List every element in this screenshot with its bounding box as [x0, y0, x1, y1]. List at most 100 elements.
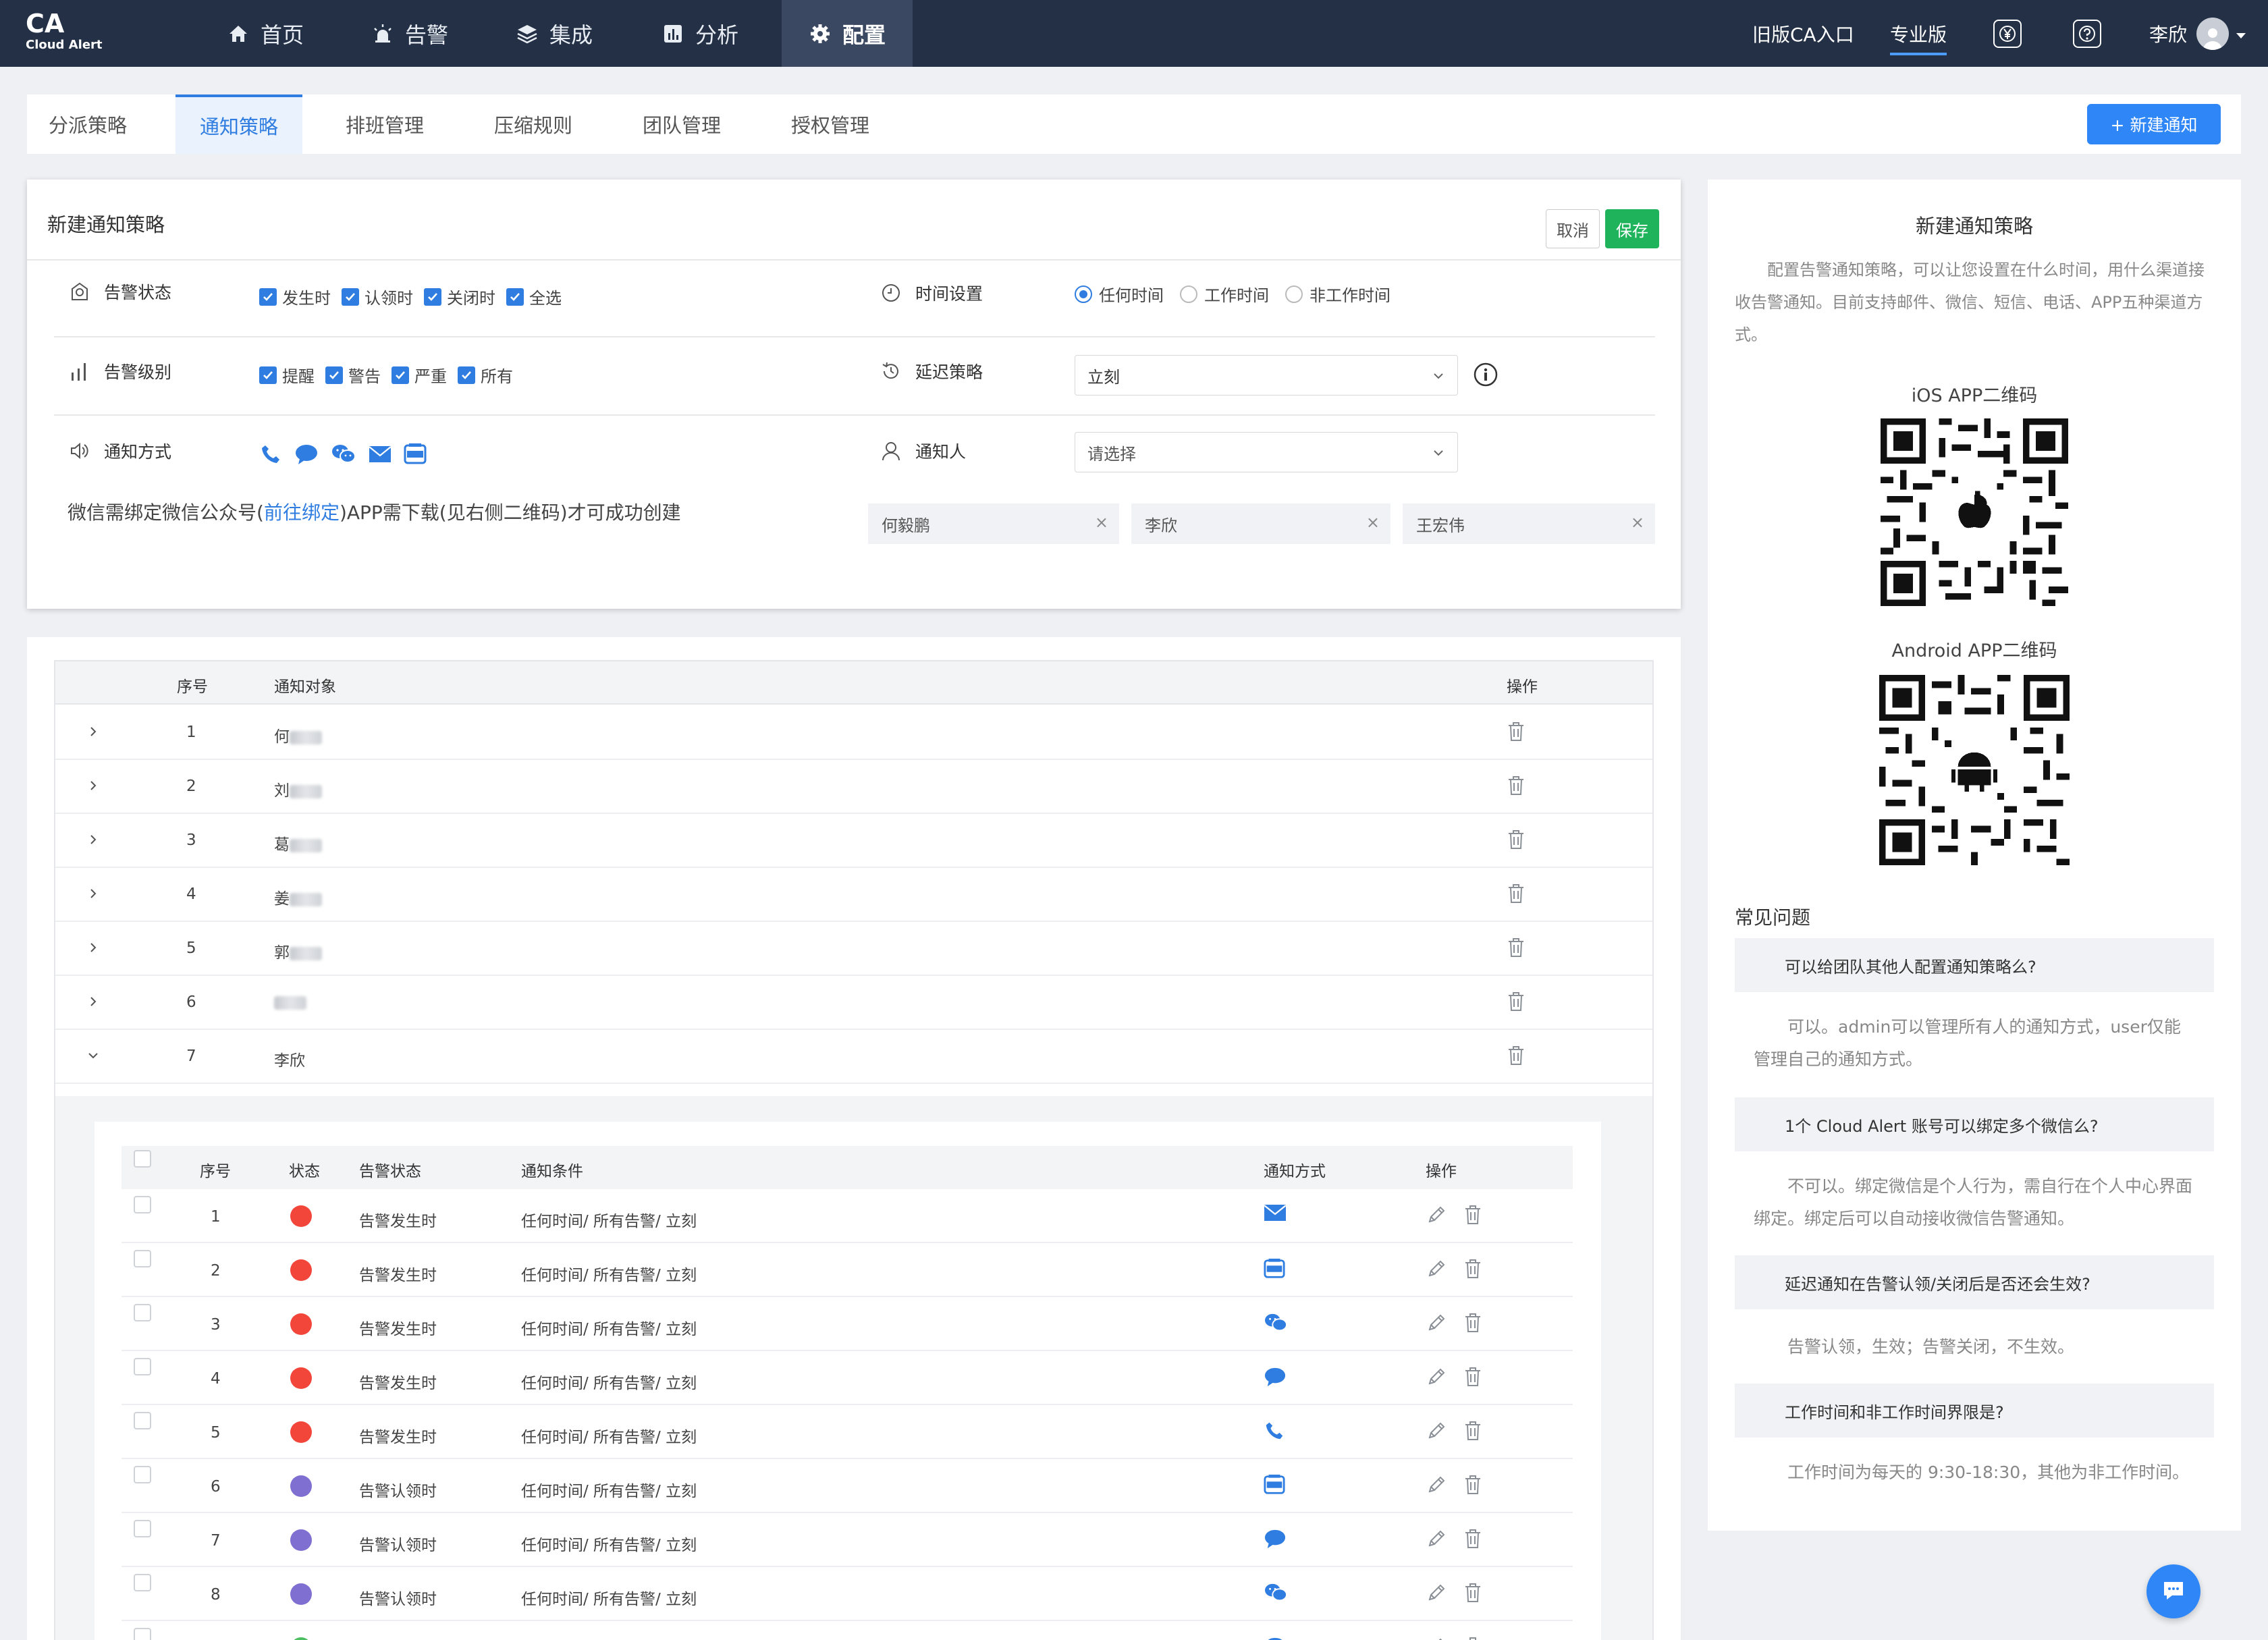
edit-icon[interactable] [1426, 1420, 1447, 1446]
row-checkbox[interactable] [134, 1304, 151, 1321]
mail-icon[interactable] [369, 445, 392, 466]
nav-analysis[interactable]: 分析 [662, 0, 749, 67]
table-row[interactable]: 6 [55, 976, 1652, 1030]
divider [868, 336, 1655, 337]
select-all-checkbox[interactable] [134, 1150, 151, 1168]
nav-home[interactable]: 首页 [227, 0, 315, 67]
trash-icon[interactable] [1507, 775, 1526, 800]
tab-notify[interactable]: 通知策略 [176, 94, 302, 154]
faq-question[interactable]: 1个 Cloud Alert 账号可以绑定多个微信么? [1735, 1097, 2214, 1151]
trash-icon[interactable] [1463, 1366, 1482, 1392]
nav-alarm[interactable]: 告警 [371, 0, 459, 67]
brand-logo[interactable]: CA Cloud Alert [26, 9, 103, 53]
trash-icon[interactable] [1463, 1204, 1482, 1230]
chevron-right-icon[interactable] [84, 938, 103, 961]
radio-work-time[interactable]: 工作时间 [1180, 282, 1269, 306]
edit-icon[interactable] [1426, 1582, 1447, 1608]
trash-icon[interactable] [1463, 1474, 1482, 1500]
edit-icon[interactable] [1426, 1636, 1447, 1640]
chevron-right-icon[interactable] [84, 830, 103, 853]
close-icon[interactable]: × [1095, 513, 1108, 532]
edit-icon[interactable] [1426, 1258, 1447, 1284]
trash-icon[interactable] [1463, 1312, 1482, 1338]
close-icon[interactable]: × [1631, 513, 1644, 532]
chevron-down-icon[interactable] [84, 1046, 103, 1069]
checkbox-occur[interactable]: 发生时 [259, 285, 331, 308]
row-checkbox[interactable] [134, 1358, 151, 1375]
trash-icon[interactable] [1507, 829, 1526, 854]
table-row[interactable]: 2刘 [55, 760, 1652, 814]
sms-icon[interactable] [294, 443, 319, 468]
delay-select[interactable]: 立刻 [1075, 355, 1458, 395]
checkbox-all-status[interactable]: 全选 [506, 285, 562, 308]
trash-icon[interactable] [1507, 937, 1526, 962]
chevron-right-icon[interactable] [84, 776, 103, 799]
row-checkbox[interactable] [134, 1574, 151, 1591]
row-checkbox[interactable] [134, 1466, 151, 1483]
trash-icon[interactable] [1507, 1045, 1526, 1070]
close-icon[interactable]: × [1366, 513, 1380, 532]
nav-config[interactable]: 配置 [782, 0, 913, 67]
row-checkbox[interactable] [134, 1628, 151, 1640]
table-row[interactable]: 5郭 [55, 922, 1652, 976]
edit-icon[interactable] [1426, 1528, 1447, 1554]
trash-icon[interactable] [1463, 1528, 1482, 1554]
faq-question[interactable]: 工作时间和非工作时间界限是? [1735, 1384, 2214, 1438]
chevron-right-icon[interactable] [84, 722, 103, 745]
chevron-right-icon[interactable] [84, 992, 103, 1015]
bind-wechat-link[interactable]: 前往绑定 [264, 501, 340, 524]
row-checkbox[interactable] [134, 1250, 151, 1267]
trash-icon[interactable] [1463, 1582, 1482, 1608]
checkbox-warning[interactable]: 警告 [325, 363, 381, 387]
tab-auth[interactable]: 授权管理 [770, 94, 891, 154]
legacy-link[interactable]: 旧版CA入口 [1752, 0, 1854, 67]
trash-icon[interactable] [1507, 991, 1526, 1016]
trash-icon[interactable] [1463, 1258, 1482, 1284]
trash-icon[interactable] [1463, 1636, 1482, 1640]
table-row[interactable]: 7 李欣 [55, 1030, 1652, 1084]
edit-icon[interactable] [1426, 1474, 1447, 1500]
checkbox-all-level[interactable]: 所有 [458, 363, 513, 387]
row-checkbox[interactable] [134, 1520, 151, 1537]
wechat-icon[interactable] [331, 443, 356, 468]
save-button[interactable]: 保存 [1605, 209, 1659, 248]
table-row[interactable]: 1何 [55, 706, 1652, 760]
checkbox-claim[interactable]: 认领时 [342, 285, 413, 308]
nav-integration[interactable]: 集成 [516, 0, 603, 67]
row-checkbox[interactable] [134, 1412, 151, 1429]
billing-button[interactable] [1993, 0, 2022, 67]
recipient-select[interactable]: 请选择 [1075, 432, 1458, 472]
yen-icon [1993, 19, 2022, 48]
help-button[interactable] [2073, 0, 2101, 67]
tab-dispatch[interactable]: 分派策略 [27, 94, 148, 154]
table-row[interactable]: 4姜 [55, 868, 1652, 922]
tab-schedule[interactable]: 排班管理 [324, 94, 446, 154]
app-icon[interactable] [404, 443, 427, 468]
chevron-right-icon[interactable] [84, 884, 103, 907]
tab-team[interactable]: 团队管理 [621, 94, 742, 154]
new-notice-button[interactable]: + 新建通知 [2087, 104, 2221, 144]
trash-icon[interactable] [1507, 883, 1526, 908]
row-checkbox[interactable] [134, 1196, 151, 1213]
edit-icon[interactable] [1426, 1312, 1447, 1338]
checkbox-remind[interactable]: 提醒 [259, 363, 315, 387]
row-condition: 任何时间/ 所有告警/ 立刻 [521, 1213, 697, 1230]
radio-any-time[interactable]: 任何时间 [1075, 282, 1164, 306]
faq-question[interactable]: 延迟通知在告警认领/关闭后是否还会生效? [1735, 1255, 2214, 1309]
trash-icon[interactable] [1463, 1420, 1482, 1446]
tab-compress[interactable]: 压缩规则 [473, 94, 594, 154]
edit-icon[interactable] [1426, 1366, 1447, 1392]
user-menu[interactable]: 李欣 [2149, 0, 2246, 67]
cancel-button[interactable]: 取消 [1546, 209, 1600, 248]
edit-icon[interactable] [1426, 1204, 1447, 1230]
trash-icon[interactable] [1507, 721, 1526, 746]
checkbox-close[interactable]: 关闭时 [424, 285, 495, 308]
radio-off-time[interactable]: 非工作时间 [1285, 282, 1390, 306]
info-icon[interactable] [1473, 362, 1498, 390]
pro-link[interactable]: 专业版 [1890, 0, 1947, 67]
phone-icon[interactable] [259, 443, 282, 468]
chat-button[interactable] [2146, 1564, 2200, 1618]
checkbox-critical[interactable]: 严重 [392, 363, 447, 387]
table-row[interactable]: 3葛 [55, 814, 1652, 868]
faq-question[interactable]: 可以给团队其他人配置通知策略么? [1735, 938, 2214, 992]
